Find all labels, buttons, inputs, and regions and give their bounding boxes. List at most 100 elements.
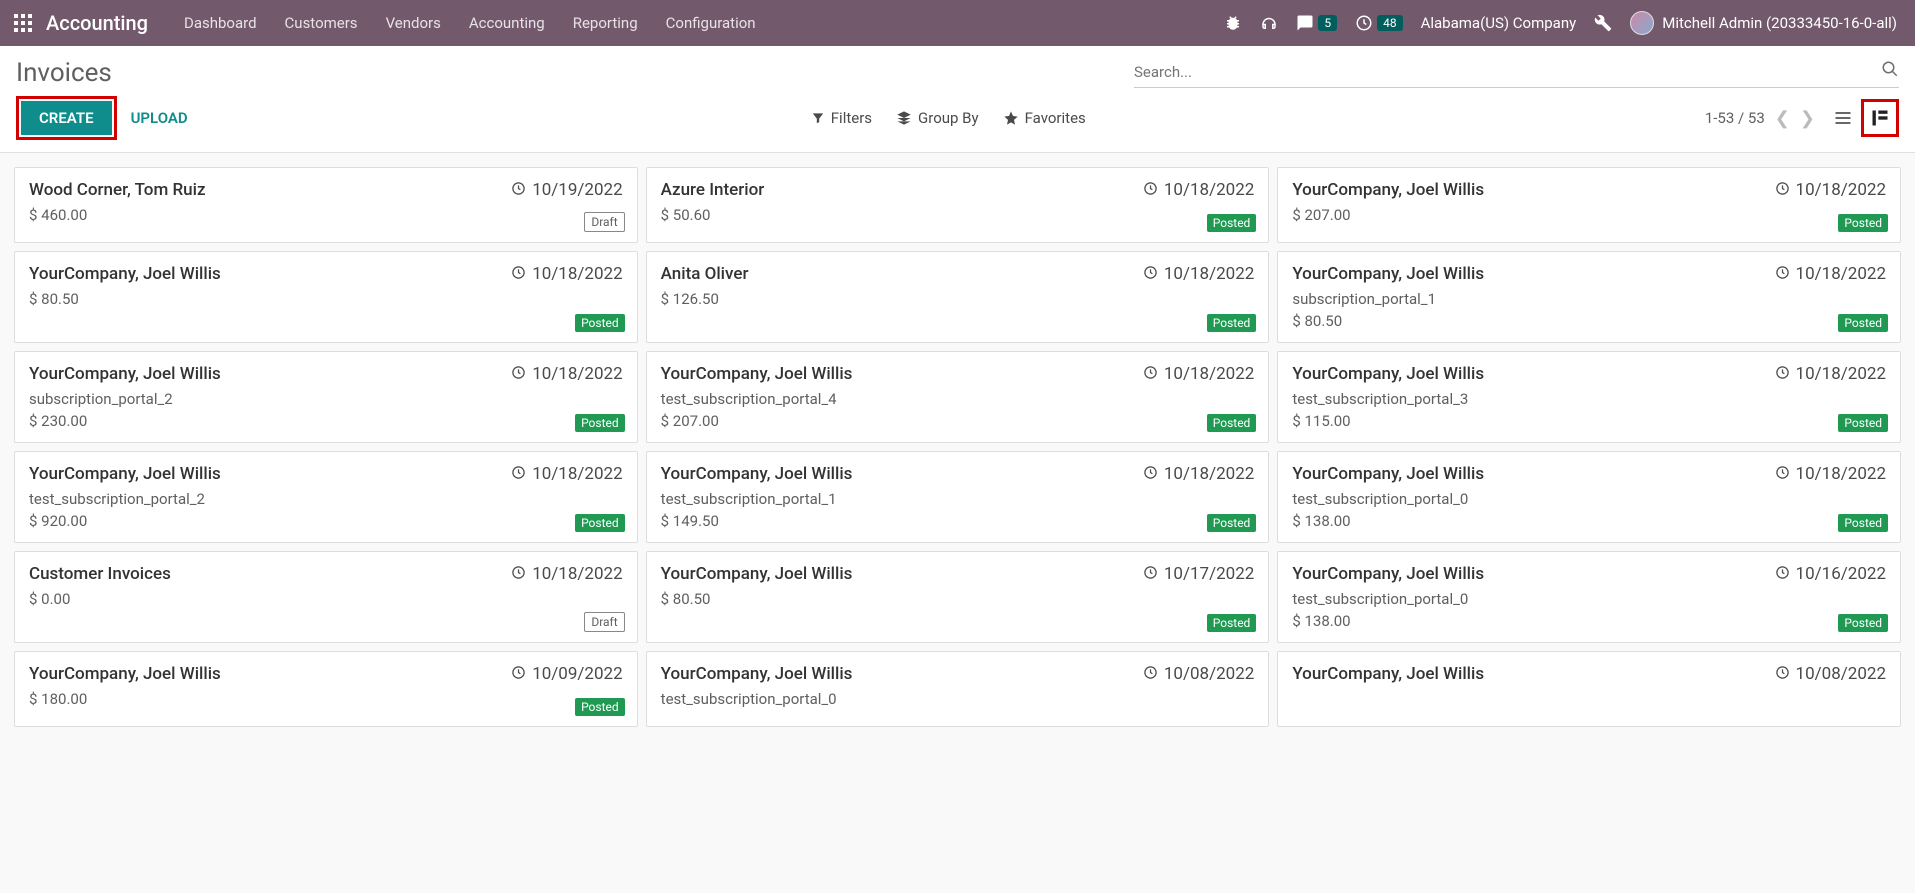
card-title: YourCompany, Joel Willis: [661, 364, 853, 384]
pager-next-icon[interactable]: ❯: [1800, 108, 1815, 129]
card-date: 10/08/2022: [1775, 664, 1886, 684]
upload-button[interactable]: UPLOAD: [127, 101, 192, 135]
card-date: 10/18/2022: [511, 264, 622, 284]
search-input[interactable]: [1134, 63, 1881, 81]
card-title: Customer Invoices: [29, 564, 171, 584]
invoice-card[interactable]: YourCompany, Joel Willis10/18/2022test_s…: [646, 451, 1270, 543]
invoice-card[interactable]: Azure Interior 10/18/2022 $ 50.60Posted: [646, 167, 1270, 243]
nav-vendors[interactable]: Vendors: [372, 14, 455, 32]
invoice-card[interactable]: YourCompany, Joel Willis10/16/2022test_s…: [1277, 551, 1901, 643]
card-amount: $ 126.50: [661, 290, 1255, 308]
invoice-card[interactable]: YourCompany, Joel Willis10/18/2022$ 80.5…: [14, 251, 638, 343]
clock-icon: [1775, 465, 1790, 484]
nav-accounting[interactable]: Accounting: [455, 14, 559, 32]
status-badge: Posted: [575, 314, 625, 332]
card-date: 10/16/2022: [1775, 564, 1886, 584]
invoice-card[interactable]: YourCompany, Joel Willis 10/18/2022 subscr…: [14, 351, 638, 443]
status-badge: Posted: [575, 414, 625, 432]
clock-icon: [1143, 665, 1158, 684]
nav-reporting[interactable]: Reporting: [559, 14, 652, 32]
clock-icon: [1775, 565, 1790, 584]
kanban-view-button[interactable]: [1866, 104, 1894, 132]
invoice-card[interactable]: YourCompany, Joel Willis10/18/2022test_s…: [14, 451, 638, 543]
nav-customers[interactable]: Customers: [271, 14, 372, 32]
list-view-button[interactable]: [1829, 104, 1857, 132]
activities-icon[interactable]: 48: [1355, 14, 1403, 32]
status-badge: Posted: [1207, 314, 1257, 332]
card-title: Azure Interior: [661, 180, 765, 200]
status-badge: Posted: [1207, 214, 1257, 232]
card-date: 10/18/2022: [1143, 180, 1254, 200]
card-date: 10/08/2022: [1143, 664, 1254, 684]
invoice-card[interactable]: YourCompany, Joel Willis10/09/2022$ 180.…: [14, 651, 638, 727]
company-selector[interactable]: Alabama(US) Company: [1421, 14, 1577, 32]
nav-configuration[interactable]: Configuration: [652, 14, 770, 32]
invoice-card[interactable]: YourCompany, Joel Willis10/08/2022test_s…: [646, 651, 1270, 727]
clock-icon: [511, 565, 526, 584]
filter-icon: [811, 111, 825, 125]
card-amount: $ 460.00: [29, 206, 623, 224]
user-menu[interactable]: Mitchell Admin (20333450-16-0-all): [1630, 11, 1897, 35]
search-bar[interactable]: [1134, 56, 1899, 88]
app-name[interactable]: Accounting: [46, 11, 170, 35]
invoice-card[interactable]: Customer Invoices10/18/2022$ 0.00Draft: [14, 551, 638, 643]
invoice-card[interactable]: Wood Corner, Tom Ruiz10/19/2022$ 460.00D…: [14, 167, 638, 243]
nav-menu: Dashboard Customers Vendors Accounting R…: [170, 14, 770, 32]
invoice-card[interactable]: YourCompany, Joel Willis10/18/2022subscr…: [1277, 251, 1901, 343]
card-date: 10/18/2022: [1143, 264, 1254, 284]
card-ref: subscription_portal_1: [1292, 290, 1886, 308]
kanban-view: Wood Corner, Tom Ruiz10/19/2022$ 460.00D…: [0, 153, 1915, 888]
card-title: YourCompany, Joel Willis: [29, 364, 221, 384]
card-title: YourCompany, Joel Willis: [1292, 364, 1484, 384]
card-date: 10/18/2022: [1775, 180, 1886, 200]
pager-prev-icon[interactable]: ❮: [1775, 108, 1790, 129]
invoice-card[interactable]: YourCompany, Joel Willis10/18/2022$ 207.…: [1277, 167, 1901, 243]
card-title: YourCompany, Joel Willis: [1292, 664, 1484, 684]
nav-dashboard[interactable]: Dashboard: [170, 14, 271, 32]
layers-icon: [896, 110, 912, 126]
status-badge: Posted: [575, 698, 625, 716]
card-ref: test_subscription_portal_3: [1292, 390, 1886, 408]
card-date: 10/18/2022: [511, 364, 622, 384]
invoice-card[interactable]: YourCompany, Joel Willis10/18/2022test_s…: [646, 351, 1270, 443]
card-date: 10/17/2022: [1143, 564, 1254, 584]
star-icon: [1003, 110, 1019, 126]
pager: 1-53 / 53 ❮ ❯: [1705, 108, 1815, 129]
card-amount: $ 50.60: [661, 206, 1255, 224]
invoice-card[interactable]: YourCompany, Joel Willis10/18/2022test_s…: [1277, 451, 1901, 543]
status-badge: Posted: [1838, 414, 1888, 432]
invoice-card[interactable]: YourCompany, Joel Willis10/18/2022test_s…: [1277, 351, 1901, 443]
create-button[interactable]: CREATE: [21, 101, 112, 135]
support-icon[interactable]: [1260, 14, 1278, 32]
messages-icon[interactable]: 5: [1296, 14, 1337, 32]
clock-icon: [511, 265, 526, 284]
control-panel: Invoices CREATE UPLOAD Filters Group By: [0, 46, 1915, 153]
card-title: YourCompany, Joel Willis: [29, 264, 221, 284]
card-title: YourCompany, Joel Willis: [661, 464, 853, 484]
pager-text[interactable]: 1-53 / 53: [1705, 109, 1765, 127]
invoice-card[interactable]: YourCompany, Joel Willis 10/08/2022: [1277, 651, 1901, 727]
card-date: 10/18/2022: [511, 564, 622, 584]
card-title: Wood Corner, Tom Ruiz: [29, 180, 206, 200]
filters-button[interactable]: Filters: [811, 109, 872, 127]
status-badge: Posted: [575, 514, 625, 532]
card-title: YourCompany, Joel Willis: [661, 564, 853, 584]
tools-icon[interactable]: [1594, 14, 1612, 32]
card-title: YourCompany, Joel Willis: [1292, 564, 1484, 584]
groupby-button[interactable]: Group By: [896, 109, 979, 127]
invoice-card[interactable]: YourCompany, Joel Willis10/17/2022$ 80.5…: [646, 551, 1270, 643]
search-icon[interactable]: [1881, 60, 1899, 83]
card-ref: test_subscription_portal_4: [661, 390, 1255, 408]
status-badge: Posted: [1838, 214, 1888, 232]
card-title: YourCompany, Joel Willis: [1292, 264, 1484, 284]
invoice-card[interactable]: Anita Oliver10/18/2022$ 126.50Posted: [646, 251, 1270, 343]
card-title: YourCompany, Joel Willis: [1292, 180, 1484, 200]
clock-icon: [1143, 365, 1158, 384]
clock-icon: [1143, 181, 1158, 200]
status-badge: Draft: [584, 612, 624, 632]
card-ref: subscription_portal_2: [29, 390, 623, 408]
apps-icon[interactable]: [0, 14, 46, 32]
bug-icon[interactable]: [1224, 14, 1242, 32]
favorites-button[interactable]: Favorites: [1003, 109, 1086, 127]
card-ref: test_subscription_portal_0: [661, 690, 1255, 708]
